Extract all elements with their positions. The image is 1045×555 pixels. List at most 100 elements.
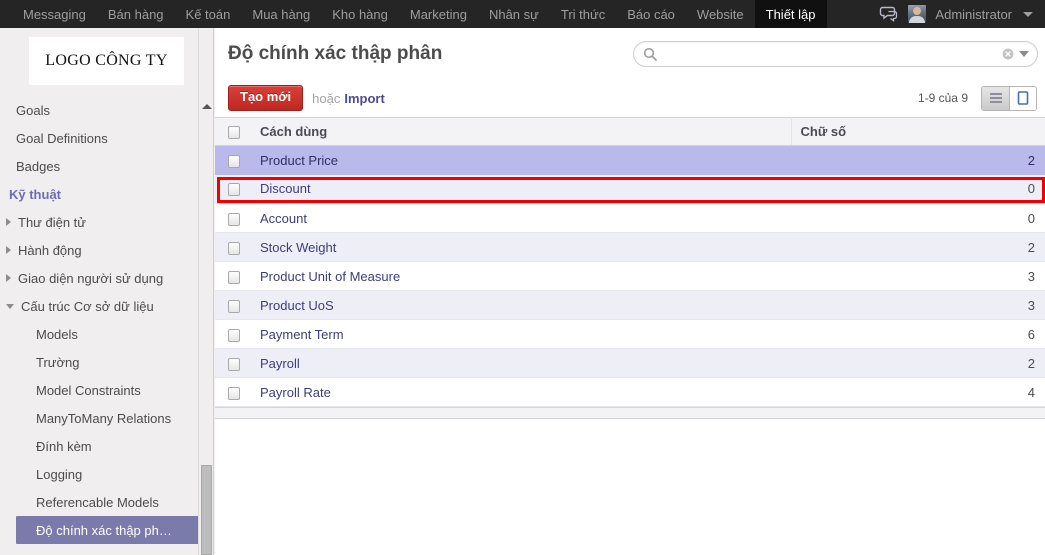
menu-item-4[interactable]: Kho hàng bbox=[321, 0, 399, 28]
row-checkbox-cell bbox=[215, 203, 251, 233]
cell-usage[interactable]: Product Price bbox=[251, 146, 791, 175]
import-link[interactable]: Import bbox=[344, 91, 384, 106]
sidebar-item-label: Đính kèm bbox=[36, 438, 92, 454]
cell-digits[interactable]: 3 bbox=[791, 290, 1045, 320]
table-footer-bar bbox=[215, 407, 1045, 419]
menu-item-6[interactable]: Nhân sự bbox=[478, 0, 550, 28]
sidebar-item-8[interactable]: Models bbox=[0, 320, 213, 348]
form-view-icon[interactable] bbox=[1009, 86, 1036, 110]
row-checkbox[interactable] bbox=[228, 357, 240, 371]
list-view-icon[interactable] bbox=[982, 86, 1009, 110]
sidebar-item-10[interactable]: Model Constraints bbox=[0, 376, 213, 404]
column-header-usage[interactable]: Cách dùng bbox=[251, 117, 792, 146]
search-box[interactable] bbox=[633, 40, 1038, 67]
sidebar-item-6[interactable]: Giao diện người sử dụng bbox=[0, 264, 213, 292]
sidebar-item-12[interactable]: Đính kèm bbox=[0, 432, 213, 460]
cell-usage[interactable]: Payroll bbox=[251, 348, 791, 378]
records-grid: Cách dùng Chữ số Product Price 2 Discount 0… bbox=[215, 117, 1045, 539]
table-row[interactable]: Stock Weight 2 bbox=[215, 232, 1045, 262]
cell-usage[interactable]: Payment Term bbox=[251, 319, 791, 349]
cell-digits[interactable]: 6 bbox=[791, 319, 1045, 349]
sidebar-item-11[interactable]: ManyToMany Relations bbox=[0, 404, 213, 432]
sidebar-item-label: Giao diện người sử dụng bbox=[18, 270, 164, 286]
sidebar-item-13[interactable]: Logging bbox=[0, 460, 213, 488]
table-row[interactable]: Payroll Rate 4 bbox=[215, 377, 1045, 407]
cell-digits[interactable]: 0 bbox=[791, 174, 1045, 204]
table-row[interactable]: Payment Term 6 bbox=[215, 319, 1045, 349]
menu-item-3[interactable]: Mua hàng bbox=[241, 0, 321, 28]
sidebar-item-label: Logging bbox=[36, 466, 83, 482]
sidebar-item-1[interactable]: Goal Definitions bbox=[0, 124, 213, 152]
search-caret-down-icon[interactable] bbox=[1019, 50, 1029, 57]
scroll-up-arrow-icon[interactable] bbox=[202, 104, 212, 109]
row-checkbox[interactable] bbox=[228, 241, 240, 255]
row-checkbox-cell bbox=[215, 290, 251, 320]
chevron-right-icon[interactable] bbox=[6, 246, 11, 254]
search-input[interactable] bbox=[662, 45, 1002, 62]
cell-usage[interactable]: Payroll Rate bbox=[251, 377, 791, 407]
sidebar-item-9[interactable]: Trường bbox=[0, 348, 213, 376]
row-checkbox-cell bbox=[215, 348, 251, 378]
sidebar-item-0[interactable]: Goals bbox=[0, 96, 213, 124]
cell-usage[interactable]: Product UoS bbox=[251, 290, 791, 320]
table-row[interactable]: Payroll 2 bbox=[215, 348, 1045, 378]
sidebar-item-15[interactable]: Độ chính xác thập ph… bbox=[16, 516, 201, 544]
cell-usage[interactable]: Stock Weight bbox=[251, 232, 791, 262]
menu-item-7[interactable]: Tri thức bbox=[550, 0, 616, 28]
cell-digits[interactable]: 2 bbox=[791, 348, 1045, 378]
cell-digits[interactable]: 0 bbox=[791, 203, 1045, 233]
row-checkbox[interactable] bbox=[228, 154, 240, 168]
row-checkbox[interactable] bbox=[228, 183, 240, 197]
chevron-down-icon[interactable] bbox=[6, 303, 14, 309]
sidebar-item-label: Badges bbox=[16, 158, 61, 174]
chevron-right-icon[interactable] bbox=[6, 274, 11, 282]
cell-digits[interactable]: 4 bbox=[791, 377, 1045, 407]
sidebar-item-7[interactable]: Cấu trúc Cơ sở dữ liệu bbox=[0, 292, 213, 320]
sidebar-item-4[interactable]: Thư điện tử bbox=[0, 208, 213, 236]
records-table: Cách dùng Chữ số Product Price 2 Discount 0… bbox=[215, 117, 1045, 407]
cell-digits[interactable]: 3 bbox=[791, 261, 1045, 291]
table-row[interactable]: Product UoS 3 bbox=[215, 290, 1045, 320]
avatar[interactable] bbox=[908, 5, 927, 23]
menu-item-8[interactable]: Báo cáo bbox=[616, 0, 686, 28]
sidebar-scrollbar-thumb[interactable] bbox=[201, 465, 212, 555]
row-checkbox[interactable] bbox=[228, 212, 240, 226]
chevron-right-icon[interactable] bbox=[6, 218, 11, 226]
table-row[interactable]: Product Price 2 bbox=[215, 145, 1045, 175]
table-row[interactable]: Discount 0 bbox=[215, 174, 1045, 204]
row-checkbox[interactable] bbox=[228, 270, 240, 284]
table-row[interactable]: Product Unit of Measure 3 bbox=[215, 261, 1045, 291]
menu-item-2[interactable]: Kế toán bbox=[175, 0, 242, 28]
menu-item-5[interactable]: Marketing bbox=[399, 0, 478, 28]
sidebar-item-5[interactable]: Hành động bbox=[0, 236, 213, 264]
sidebar-item-label: Thư điện tử bbox=[18, 214, 86, 230]
row-checkbox[interactable] bbox=[228, 386, 240, 400]
clear-circle-icon[interactable] bbox=[1002, 48, 1014, 60]
menu-item-1[interactable]: Bán hàng bbox=[97, 0, 175, 28]
row-checkbox[interactable] bbox=[228, 328, 240, 342]
menu-item-10[interactable]: Thiết lập bbox=[754, 0, 827, 28]
table-header-row: Cách dùng Chữ số bbox=[215, 117, 1045, 146]
table-row[interactable]: Account 0 bbox=[215, 203, 1045, 233]
select-all-header bbox=[215, 117, 251, 146]
column-header-digits[interactable]: Chữ số bbox=[791, 117, 1045, 146]
cell-digits[interactable]: 2 bbox=[791, 232, 1045, 262]
menu-item-9[interactable]: Website bbox=[686, 0, 755, 28]
sidebar-item-label: Models bbox=[36, 326, 78, 342]
sidebar-item-2[interactable]: Badges bbox=[0, 152, 213, 180]
sidebar-scrollbar-track[interactable] bbox=[198, 28, 213, 555]
create-button[interactable]: Tạo mới bbox=[228, 85, 304, 111]
row-checkbox-cell bbox=[215, 174, 251, 204]
cell-usage[interactable]: Discount bbox=[251, 174, 791, 204]
sidebar-item-14[interactable]: Referencable Models bbox=[0, 488, 213, 516]
chat-bubble-icon[interactable] bbox=[879, 5, 899, 23]
caret-down-icon[interactable] bbox=[1023, 11, 1033, 17]
sidebar-item-label: Cấu trúc Cơ sở dữ liệu bbox=[21, 298, 154, 314]
menu-item-0[interactable]: Messaging bbox=[12, 0, 97, 28]
cell-digits[interactable]: 2 bbox=[791, 146, 1045, 175]
cell-usage[interactable]: Product Unit of Measure bbox=[251, 261, 791, 291]
row-checkbox[interactable] bbox=[228, 299, 240, 313]
user-name-label[interactable]: Administrator bbox=[935, 7, 1012, 22]
cell-usage[interactable]: Account bbox=[251, 203, 791, 233]
select-all-checkbox[interactable] bbox=[228, 126, 240, 140]
